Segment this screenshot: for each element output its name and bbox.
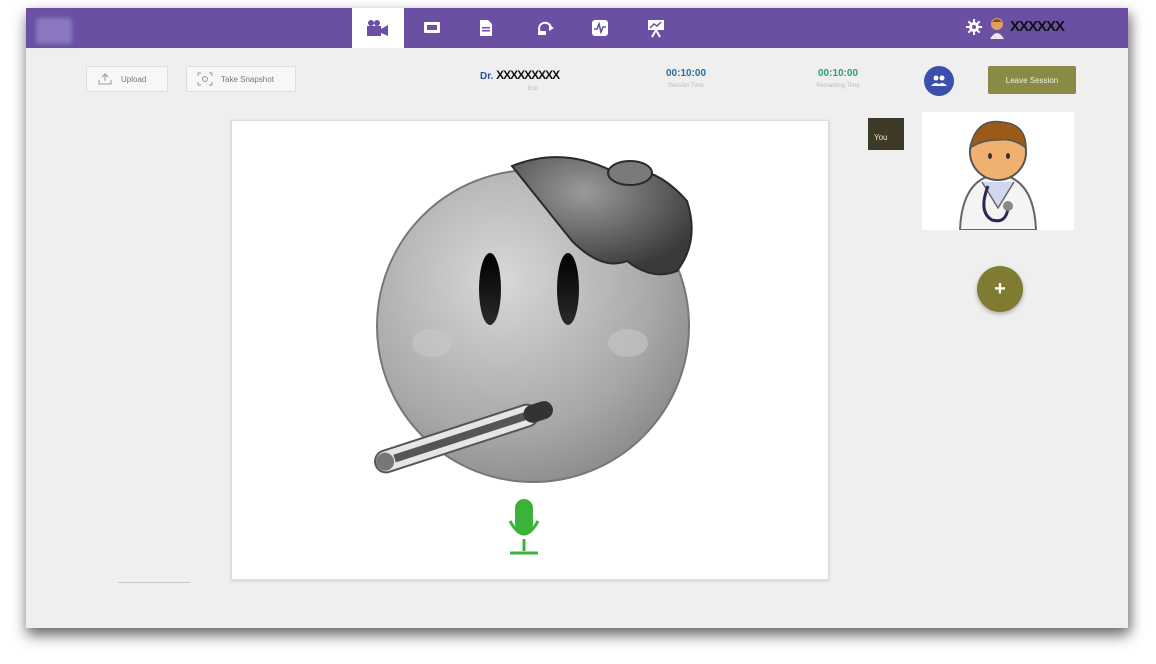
video-call-tab[interactable] — [352, 8, 404, 48]
take-snapshot-button[interactable]: Take Snapshot — [186, 66, 296, 92]
snapshot-label: Take Snapshot — [221, 74, 274, 84]
doctor-prefix: Dr. — [480, 71, 497, 82]
snapshot-icon — [197, 72, 213, 86]
remaining-time-value: 00:10:00 — [817, 68, 859, 79]
gear-icon[interactable] — [966, 19, 982, 35]
refresh-cloud-icon — [538, 21, 554, 35]
video-call-icon — [367, 20, 388, 36]
sync-tab[interactable] — [528, 8, 564, 48]
you-label: You — [874, 133, 888, 142]
remote-video-panel — [231, 120, 829, 580]
upload-icon — [98, 73, 112, 85]
session-time-value: 00:10:00 — [665, 68, 707, 79]
participants-button[interactable] — [924, 66, 954, 96]
doctor-sub-label: Exit — [528, 86, 539, 92]
screen-icon — [424, 22, 440, 33]
session-time-block: 00:10:00 Session Time — [654, 68, 718, 89]
document-icon — [480, 20, 492, 36]
doctor-name: Dr. XXXXXXXXX — [480, 68, 560, 82]
app-logo — [36, 18, 72, 44]
presentation-tab[interactable] — [638, 8, 674, 48]
user-avatar[interactable] — [988, 17, 1006, 39]
session-time-label: Session Time — [667, 83, 704, 89]
remaining-time-label: Remaining Time — [816, 83, 860, 89]
divider — [118, 582, 190, 583]
leave-session-button[interactable]: Leave Session — [988, 66, 1076, 94]
upload-label: Upload — [121, 74, 147, 84]
add-participant-button[interactable]: + — [977, 266, 1023, 312]
vitals-tab[interactable] — [582, 8, 618, 48]
remaining-time-block: 00:10:00 Remaining Time — [798, 68, 878, 89]
participants-icon — [931, 75, 947, 86]
top-nav-bar: XXXXXX — [26, 8, 1128, 48]
screen-share-tab[interactable] — [414, 8, 450, 48]
vitals-icon — [592, 20, 608, 36]
documents-tab[interactable] — [468, 8, 504, 48]
you-tag: You — [868, 118, 904, 150]
patient-video-stream — [374, 156, 693, 555]
upload-button[interactable]: Upload — [86, 66, 168, 92]
app-window: XXXXXX Upload Take Snapshot Dr. XXXXXXXX… — [26, 8, 1128, 628]
doctor-avatar-image — [958, 120, 1038, 231]
self-video-panel — [922, 112, 1074, 231]
doctor-name-redacted: XXXXXXXXX — [496, 68, 560, 82]
presentation-icon — [648, 20, 664, 38]
microphone-icon — [508, 499, 540, 555]
username-redacted[interactable]: XXXXXX — [1010, 18, 1065, 35]
